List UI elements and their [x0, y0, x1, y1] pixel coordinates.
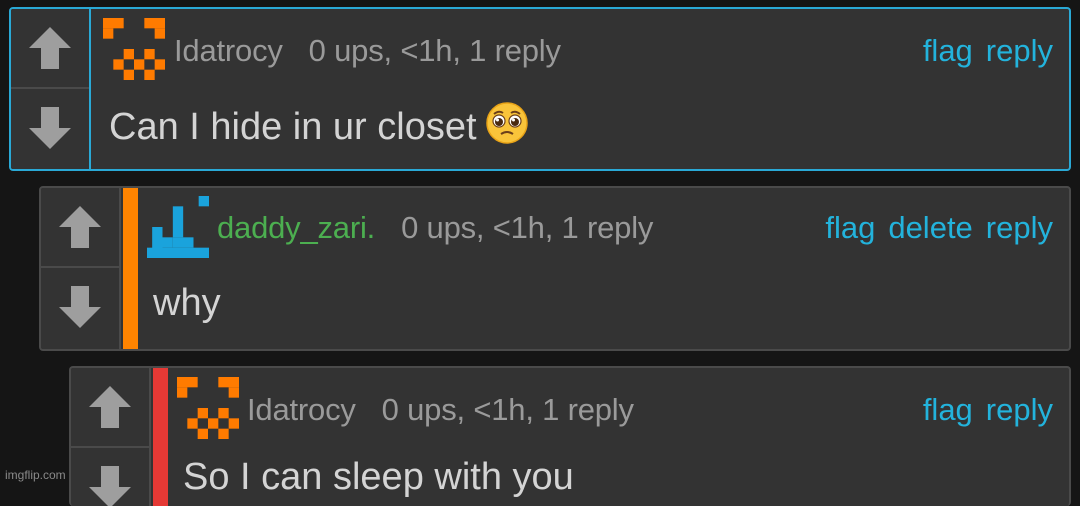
reply-link[interactable]: reply: [986, 392, 1053, 427]
downvote-button[interactable]: [41, 268, 119, 346]
vote-column: [11, 9, 91, 169]
vote-column: [41, 188, 121, 349]
pleading-face-icon: [485, 102, 528, 144]
comment-text-content: Can I hide in ur closet: [109, 106, 477, 148]
downvote-button[interactable]: [71, 448, 149, 506]
flag-link[interactable]: flag: [923, 392, 973, 427]
comment-stats: 0 ups, <1h, 1 reply: [308, 33, 561, 68]
flag-link[interactable]: flag: [825, 210, 875, 245]
vote-column: [71, 368, 151, 506]
comment-actions: flag delete reply: [812, 210, 1053, 246]
comment-text: Can I hide in ur closet: [109, 101, 529, 149]
username-link[interactable]: Idatrocy: [174, 33, 283, 68]
arrow-up-icon: [89, 386, 131, 428]
comment-stats: 0 ups, <1h, 1 reply: [381, 392, 634, 427]
comment-meta: Idatrocy 0 ups, <1h, 1 reply: [174, 33, 561, 69]
arrow-down-icon: [59, 286, 101, 328]
upvote-button[interactable]: [11, 9, 89, 89]
comment-1: Idatrocy 0 ups, <1h, 1 reply flag reply Ca…: [9, 7, 1071, 171]
upvote-button[interactable]: [71, 368, 149, 448]
thread-depth-bar: [153, 368, 168, 506]
avatar[interactable]: [103, 18, 165, 80]
thread-depth-bar: [123, 188, 138, 349]
delete-link[interactable]: delete: [888, 210, 972, 245]
comment-actions: flag reply: [910, 33, 1053, 69]
username-link[interactable]: daddy_zari.: [217, 210, 375, 245]
comment-meta: daddy_zari. 0 ups, <1h, 1 reply: [217, 210, 653, 246]
comment-meta: Idatrocy 0 ups, <1h, 1 reply: [247, 392, 634, 428]
username-link[interactable]: Idatrocy: [247, 392, 356, 427]
comment-actions: flag reply: [910, 392, 1053, 428]
upvote-button[interactable]: [41, 188, 119, 268]
comment-text: why: [153, 282, 221, 324]
flag-link[interactable]: flag: [923, 33, 973, 68]
arrow-up-icon: [29, 27, 71, 69]
comment-3: Idatrocy 0 ups, <1h, 1 reply flag reply So…: [69, 366, 1071, 506]
reply-link[interactable]: reply: [986, 210, 1053, 245]
arrow-down-icon: [29, 107, 71, 149]
watermark: imgflip.com: [5, 468, 66, 482]
comment-text: So I can sleep with you: [183, 456, 574, 498]
arrow-up-icon: [59, 206, 101, 248]
comment-2: daddy_zari. 0 ups, <1h, 1 reply flag delet…: [39, 186, 1071, 351]
avatar[interactable]: [147, 196, 209, 258]
reply-link[interactable]: reply: [986, 33, 1053, 68]
avatar[interactable]: [177, 377, 239, 439]
downvote-button[interactable]: [11, 89, 89, 167]
comment-stats: 0 ups, <1h, 1 reply: [401, 210, 654, 245]
